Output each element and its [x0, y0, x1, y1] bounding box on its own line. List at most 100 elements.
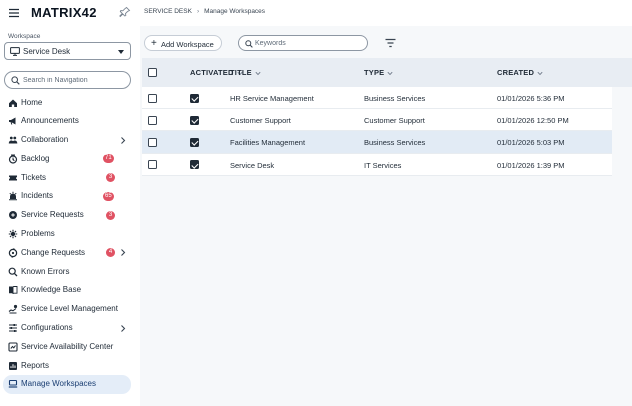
home-icon — [8, 98, 18, 108]
availability-icon — [8, 342, 18, 352]
sidebar-item-tickets[interactable]: Tickets 3 — [3, 168, 131, 187]
sidebar-item-reports[interactable]: Reports — [3, 356, 131, 375]
breadcrumb-root[interactable]: SERVICE DESK — [144, 8, 192, 15]
main-panel: SERVICE DESK › Manage Workspaces + Add Wor… — [138, 0, 632, 406]
sidebar-item-collaboration[interactable]: Collaboration — [3, 131, 131, 150]
row-select-checkbox[interactable] — [148, 160, 157, 170]
plus-icon: + — [151, 37, 157, 49]
chevron-right-icon[interactable] — [119, 324, 127, 333]
search-icon — [245, 39, 253, 48]
sidebar-item-knowledge-base[interactable]: Knowledge Base — [3, 281, 131, 300]
table-row[interactable]: Facilities Management Business Services 01… — [142, 131, 612, 154]
sidebar-item-service-level-management[interactable]: Service Level Management — [3, 300, 131, 319]
pin-icon[interactable] — [119, 6, 131, 18]
sidebar-item-label: Problems — [21, 229, 55, 239]
sidebar-item-label: Manage Workspaces — [21, 379, 96, 389]
column-header-created[interactable]: CREATED — [497, 68, 543, 77]
content-area: + Add Workspace ACTIVATED TITLE TYPE CRE… — [140, 26, 632, 406]
sort-chevron-icon — [387, 71, 393, 75]
activated-checkbox[interactable] — [190, 115, 199, 125]
cell-title: Facilities Management — [230, 138, 306, 148]
cell-title: Customer Support — [230, 116, 291, 126]
chevron-right-icon[interactable] — [119, 136, 127, 145]
sidebar-item-change-requests[interactable]: Change Requests 4 — [3, 243, 131, 262]
filter-icon[interactable] — [385, 38, 396, 48]
count-badge: 71 — [103, 154, 114, 164]
cell-title: Service Desk — [230, 160, 275, 170]
column-header-type[interactable]: TYPE — [364, 68, 393, 77]
cell-created: 01/01/2026 5:03 PM — [497, 138, 565, 148]
workspace-select[interactable]: Service Desk — [4, 42, 131, 60]
sort-chevron-icon — [537, 71, 543, 75]
sidebar-item-label: Service Availability Center — [21, 341, 114, 351]
sidebar-item-service-availability-center[interactable]: Service Availability Center — [3, 337, 131, 356]
count-badge: 4 — [106, 248, 115, 258]
ticket-icon — [8, 173, 18, 183]
sidebar-item-problems[interactable]: Problems — [3, 225, 131, 244]
breadcrumb: SERVICE DESK › Manage Workspaces — [144, 8, 265, 15]
sidebar-item-label: Incidents — [21, 191, 54, 201]
nav-search-input[interactable] — [23, 74, 127, 87]
cell-created: 01/01/2026 12:50 PM — [497, 116, 569, 126]
book-icon — [8, 285, 18, 295]
row-select-checkbox[interactable] — [148, 137, 157, 147]
activated-checkbox[interactable] — [190, 137, 199, 147]
column-header-title-label: TITLE — [230, 68, 252, 77]
cell-type: Customer Support — [364, 116, 425, 126]
search-icon — [11, 76, 20, 85]
sidebar-item-label: Known Errors — [21, 266, 70, 276]
sidebar-item-service-requests[interactable]: Service Requests 3 — [3, 206, 131, 225]
known-errors-icon — [8, 267, 18, 277]
backlog-icon — [8, 154, 18, 164]
table-row[interactable]: HR Service Management Business Services 01… — [142, 87, 612, 110]
hamburger-menu-icon[interactable] — [8, 7, 20, 19]
sidebar-item-home[interactable]: Home — [3, 93, 131, 112]
sidebar-item-manage-workspaces[interactable]: Manage Workspaces — [3, 374, 131, 394]
incident-icon — [8, 191, 18, 201]
sliders-icon — [8, 323, 18, 333]
add-workspace-button[interactable]: + Add Workspace — [144, 35, 222, 51]
dropdown-caret-icon — [118, 50, 124, 54]
count-badge: 65 — [103, 191, 114, 201]
sidebar-item-label: Announcements — [21, 116, 79, 126]
row-select-checkbox[interactable] — [148, 93, 157, 103]
activated-checkbox[interactable] — [190, 93, 199, 103]
sidebar-item-configurations[interactable]: Configurations — [3, 319, 131, 338]
keyword-search-input[interactable] — [255, 37, 363, 50]
monitor-icon — [10, 47, 20, 56]
cell-type: IT Services — [364, 160, 402, 170]
count-badge: 3 — [106, 210, 115, 220]
sidebar-item-announcements[interactable]: Announcements — [3, 112, 131, 131]
sidebar-item-label: Reports — [21, 360, 50, 370]
cell-type: Business Services — [364, 138, 426, 148]
sidebar-item-label: Service Level Management — [21, 304, 118, 314]
sidebar-item-label: Tickets — [21, 172, 47, 182]
sidebar-nav: Home Announcements Collaboration Backlog 71 T… — [3, 93, 131, 394]
row-select-checkbox[interactable] — [148, 115, 157, 125]
workspace-selected-value: Service Desk — [23, 47, 71, 56]
workspaces-table: ACTIVATED TITLE TYPE CREATED HR Service … — [142, 58, 632, 176]
table-row[interactable]: Service Desk IT Services 01/01/2026 1:39 P… — [142, 153, 612, 176]
sidebar-item-known-errors[interactable]: Known Errors — [3, 262, 131, 281]
app-logo: MATRIX42 — [31, 5, 97, 20]
cell-created: 01/01/2026 1:39 PM — [497, 160, 565, 170]
sidebar-item-label: Home — [21, 97, 43, 107]
keyword-search-field[interactable] — [238, 35, 368, 51]
table-row[interactable]: Customer Support Customer Support 01/01/20… — [142, 109, 612, 132]
column-header-title[interactable]: TITLE — [230, 68, 261, 77]
add-workspace-label: Add Workspace — [161, 39, 214, 49]
sidebar-item-incidents[interactable]: Incidents 65 — [3, 187, 131, 206]
workspace-label: Workspace — [8, 33, 41, 40]
cell-type: Business Services — [364, 94, 426, 103]
sidebar-item-backlog[interactable]: Backlog 71 — [3, 149, 131, 168]
activated-checkbox[interactable] — [190, 160, 199, 170]
table-body: HR Service Management Business Services 01… — [142, 87, 632, 176]
nav-search-field[interactable] — [4, 71, 131, 89]
workspace-icon — [8, 379, 18, 389]
select-all-checkbox[interactable] — [148, 68, 157, 77]
chevron-right-icon[interactable] — [119, 248, 127, 257]
table-header: ACTIVATED TITLE TYPE CREATED — [142, 58, 632, 87]
sidebar: MATRIX42 Workspace Service Desk Home Anno… — [0, 0, 138, 406]
sidebar-item-label: Backlog — [21, 153, 50, 163]
change-request-icon — [8, 247, 18, 258]
